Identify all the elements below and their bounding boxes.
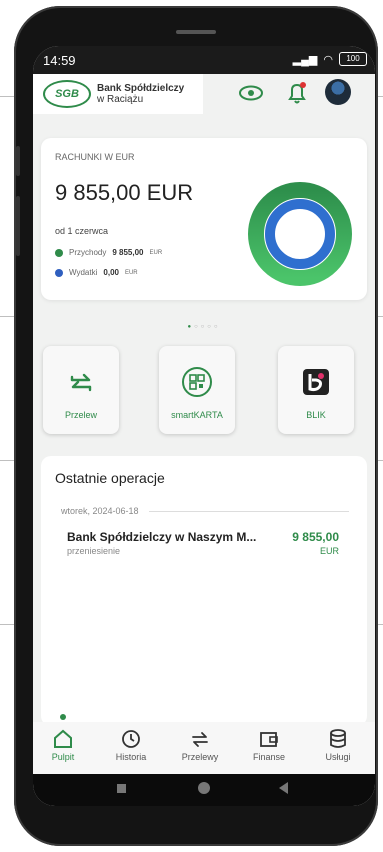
account-balance: 9 855,00 EUR (55, 180, 194, 205)
android-nav-bar (33, 774, 375, 806)
speaker (176, 30, 216, 34)
tile-label: smartKARTA (171, 410, 223, 420)
home-icon (54, 729, 72, 748)
recent-operations: Ostatnie operacje wtorek, 2024-06-18 Ban… (41, 456, 367, 726)
bell-icon[interactable] (285, 80, 309, 106)
income-value: 9 855,00 (112, 248, 144, 257)
nav-uslugi[interactable]: Usługi (310, 728, 366, 762)
qr-card-icon (182, 367, 212, 397)
back-icon[interactable] (279, 782, 288, 794)
income-legend: Przychody 9 855,00 EUR (55, 248, 162, 257)
transfers-icon (192, 732, 208, 747)
expense-ring (265, 199, 335, 269)
status-icons: ▂▄▆ ◠ 100 (293, 52, 367, 66)
tile-blik[interactable]: BLIK (278, 346, 354, 434)
nav-label: Usługi (325, 752, 351, 762)
recents-icon[interactable] (117, 784, 126, 793)
income-label: Przychody (69, 248, 107, 257)
operation-currency: EUR (319, 546, 339, 556)
home-button-icon[interactable] (198, 782, 210, 794)
bank-name-line1: Bank Spółdzielczy (97, 83, 185, 94)
status-bar: 14:59 ▂▄▆ ◠ 100 (33, 46, 375, 74)
nav-label: Finanse (252, 752, 286, 762)
nav-przelewy[interactable]: Przelewy (172, 728, 228, 762)
top-bar: SGB Bank Spółdzielczy w Raciążu (33, 74, 375, 120)
bottom-nav: Pulpit Historia Przelewy Finanse Usługi (33, 722, 375, 774)
operation-type: przeniesienie (67, 546, 121, 556)
battery-icon: 100 (339, 52, 367, 66)
period-label: od 1 czerwca (55, 226, 109, 236)
tile-przelew[interactable]: Przelew (43, 346, 119, 434)
income-dot (55, 248, 63, 257)
income-currency: EUR (149, 249, 163, 256)
bank-name: Bank Spółdzielczy w Raciążu (97, 83, 184, 105)
tile-smartkarta[interactable]: smartKARTA (159, 346, 235, 434)
wallet-icon (260, 732, 278, 747)
pager-dot: ○○○○ (194, 324, 221, 330)
expense-legend: Wydatki 0,00 EUR (55, 268, 138, 277)
account-label: RACHUNKI W EUR (55, 152, 135, 162)
app-screen: 14:59 ▂▄▆ ◠ 100 SGB Bank Spółdzielczy w … (33, 46, 375, 806)
wifi-icon: ◠ (323, 53, 333, 66)
expense-currency: EUR (124, 269, 138, 276)
nav-finanse[interactable]: Finanse (241, 728, 297, 762)
signal-icon: ▂▄▆ (292, 53, 318, 66)
expense-label: Wydatki (69, 268, 98, 277)
account-card[interactable]: RACHUNKI W EUR 9 855,00 EUR od 1 czerwca… (41, 138, 367, 300)
database-icon (330, 729, 346, 748)
nav-label: Historia (115, 752, 147, 762)
status-time: 14:59 (43, 53, 76, 68)
operations-title: Ostatnie operacje (55, 470, 165, 486)
operation-name: Bank Spółdzielczy w Naszym M... (67, 530, 257, 544)
transfer-icon (70, 373, 92, 392)
eye-icon[interactable] (238, 84, 264, 102)
nav-pulpit[interactable]: Pulpit (35, 728, 91, 762)
active-nav-indicator (60, 714, 66, 720)
sgb-logo-mark: SGB (43, 80, 91, 108)
tiles-pager: ●○○○○ (33, 324, 375, 330)
income-expense-donut-chart (248, 182, 352, 286)
tile-label: Przelew (64, 410, 97, 420)
nav-label: Przelewy (181, 752, 219, 762)
nav-label: Pulpit (51, 752, 75, 762)
avatar[interactable] (325, 79, 351, 105)
tile-label: BLIK (306, 410, 326, 420)
blik-icon (303, 369, 329, 395)
phone-side-button (16, 146, 20, 176)
operation-amount: 9 855,00 (292, 530, 339, 544)
bank-logo[interactable]: SGB Bank Spółdzielczy w Raciążu (33, 74, 203, 114)
quick-actions: Przelew smartKARTA BLIK (33, 334, 375, 456)
history-icon (122, 730, 140, 748)
expense-value: 0,00 (103, 268, 119, 277)
phone-side-button (16, 196, 20, 256)
date-divider (149, 511, 349, 512)
bank-name-line2: w Raciążu (97, 94, 144, 105)
operations-date: wtorek, 2024-06-18 (61, 506, 139, 516)
nav-historia[interactable]: Historia (103, 728, 159, 762)
expense-dot (55, 268, 63, 277)
